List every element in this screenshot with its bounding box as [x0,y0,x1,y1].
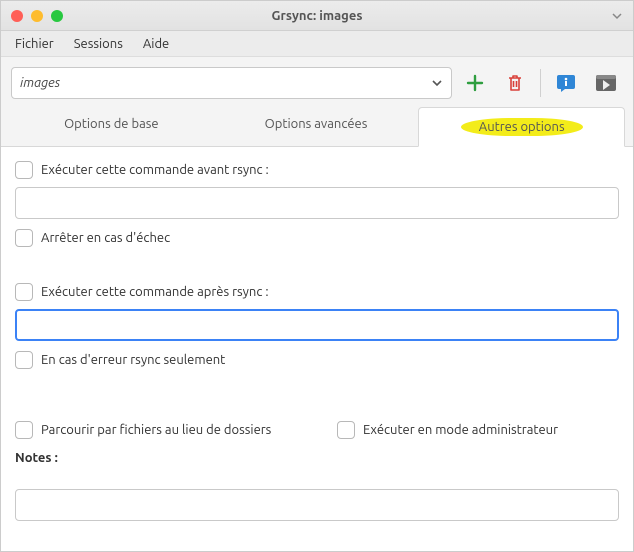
session-select[interactable]: images [11,67,452,99]
tab-other-options[interactable]: Autres options [418,107,625,147]
checkbox-run-admin[interactable] [337,421,355,439]
tab-label: Options avancées [265,117,368,131]
label-notes: Notes : [15,451,619,465]
window-controls [1,10,63,22]
maximize-window-button[interactable] [51,10,63,22]
titlebar: Grsync: images [1,1,633,31]
tab-label: Autres options [461,118,583,136]
session-select-value: images [20,76,60,90]
menu-help[interactable]: Aide [135,34,177,54]
chevron-down-icon [431,77,443,89]
menubar: Fichier Sessions Aide [1,31,633,57]
toolbar: images [1,57,633,107]
checkbox-on-error-only[interactable] [15,351,33,369]
checkbox-exec-before[interactable] [15,161,33,179]
run-icon [595,74,617,92]
close-window-button[interactable] [11,10,23,22]
label-exec-before: Exécuter cette commande avant rsync : [41,163,269,177]
input-exec-before[interactable] [15,187,619,219]
input-exec-after[interactable] [15,309,619,341]
input-notes[interactable] [15,489,619,521]
tab-label: Options de base [64,117,158,131]
checkbox-browse-files[interactable] [15,421,33,439]
label-exec-after: Exécuter cette commande après rsync : [41,285,269,299]
trash-icon [505,73,525,93]
toolbar-separator [540,69,541,97]
plus-icon [465,73,485,93]
other-options-panel: Exécuter cette commande avant rsync : Ar… [1,147,633,551]
tab-advanced-options[interactable]: Options avancées [214,107,419,146]
add-session-button[interactable] [458,67,492,99]
label-browse-files: Parcourir par fichiers au lieu de dossie… [41,423,271,437]
label-on-error-only: En cas d'erreur rsync seulement [41,353,225,367]
tab-basic-options[interactable]: Options de base [9,107,214,146]
info-icon [555,73,577,93]
window-title: Grsync: images [1,9,633,23]
menu-file[interactable]: Fichier [7,34,62,54]
delete-session-button[interactable] [498,67,532,99]
label-run-admin: Exécuter en mode administrateur [363,423,558,437]
info-button[interactable] [549,67,583,99]
minimize-window-button[interactable] [31,10,43,22]
checkbox-exec-after[interactable] [15,283,33,301]
run-button[interactable] [589,67,623,99]
shade-window-button[interactable] [611,10,623,22]
label-halt-on-fail: Arrêter en cas d'échec [41,231,170,245]
menu-sessions[interactable]: Sessions [66,34,131,54]
tab-bar: Options de base Options avancées Autres … [1,107,633,147]
checkbox-halt-on-fail[interactable] [15,229,33,247]
